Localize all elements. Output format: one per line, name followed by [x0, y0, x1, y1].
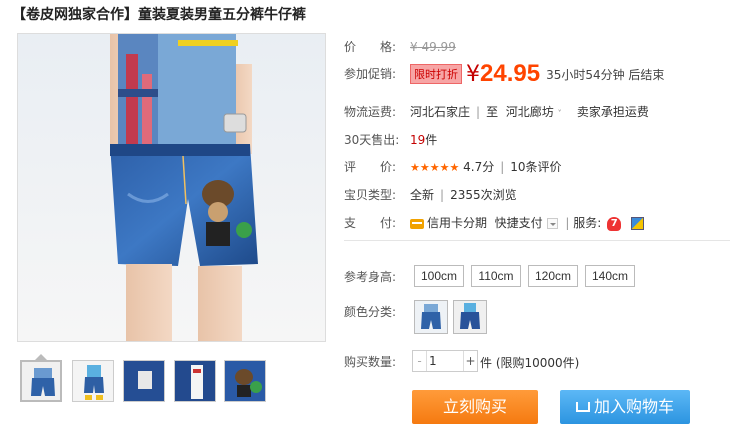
- quantity-label: 购买数量:: [344, 355, 397, 369]
- main-product-image[interactable]: [17, 33, 326, 342]
- size-option-100[interactable]: 100cm: [414, 265, 464, 287]
- product-title: 【卷皮网独家合作】童装夏装男童五分裤牛仔裤: [12, 7, 306, 23]
- quantity-label-row: 购买数量:: [344, 353, 410, 370]
- product-type-row: 宝贝类型: 全新 | 2355次浏览: [344, 186, 517, 203]
- shipping-fee: 卖家承担运费: [576, 105, 649, 119]
- service-label: 服务:: [573, 216, 602, 230]
- service-guarantee-icon[interactable]: [631, 217, 645, 230]
- promo-countdown: 35小时54分钟 后结束: [546, 67, 665, 82]
- thumbnail-4[interactable]: [174, 360, 216, 402]
- product-type-separator: |: [440, 188, 445, 202]
- product-type-label: 宝贝类型:: [344, 188, 397, 202]
- thumbnail-strip: [20, 354, 280, 406]
- buy-now-label: 立刻购买: [442, 397, 507, 416]
- promo-currency: ¥: [466, 61, 480, 87]
- cart-icon: [575, 401, 590, 412]
- color-option-1[interactable]: [414, 300, 448, 334]
- quantity-increment-button[interactable]: +: [463, 351, 477, 371]
- sales-label: 30天售出:: [344, 133, 400, 147]
- product-condition: 全新: [410, 188, 435, 202]
- payment-separator: |: [565, 216, 570, 230]
- payment-label: 支 付:: [344, 216, 397, 230]
- promo-row: 参加促销: 限时打折 ¥24.95 35小时54分钟 后结束: [344, 60, 664, 88]
- size-option-140[interactable]: 140cm: [585, 265, 635, 287]
- buy-now-button[interactable]: 立刻购买: [412, 390, 538, 424]
- color-option-2[interactable]: [453, 300, 487, 334]
- rating-label: 评 价:: [344, 160, 397, 174]
- promo-price: 24.95: [480, 60, 541, 87]
- rating-row: 评 价: ★★★★★ 4.7分 | 10条评价: [344, 158, 562, 175]
- price-label: 价 格:: [344, 40, 397, 54]
- section-divider: [344, 240, 730, 241]
- payment-row: 支 付: 信用卡分期 快捷支付 | 服务: 7: [344, 214, 645, 231]
- seven-day-return-icon[interactable]: 7: [607, 216, 622, 231]
- color-label: 颜色分类:: [344, 305, 397, 319]
- thumbnail-2[interactable]: [72, 360, 114, 402]
- thumbnail-5[interactable]: [224, 360, 266, 402]
- thumbnail-3[interactable]: [123, 360, 165, 402]
- color-label-row: 颜色分类:: [344, 303, 410, 320]
- size-option-110[interactable]: 110cm: [471, 265, 521, 287]
- size-option-120[interactable]: 120cm: [528, 265, 578, 287]
- promo-label: 参加促销:: [344, 66, 397, 81]
- shipping-destination: 河北廊坊: [505, 105, 554, 119]
- thumbnail-pointer: [35, 354, 47, 360]
- installment-option[interactable]: 信用卡分期: [427, 216, 487, 230]
- rating-separator: |: [500, 160, 505, 174]
- quantity-stepper[interactable]: - 1 +: [412, 350, 478, 372]
- price-row: 价 格: ¥ 49.99: [344, 38, 456, 55]
- original-price: ¥ 49.99: [410, 40, 456, 54]
- chevron-down-icon: ˅: [557, 109, 562, 118]
- shipping-separator: |: [476, 105, 481, 119]
- quick-pay-option[interactable]: 快捷支付: [495, 216, 543, 230]
- sales-row: 30天售出: 19件: [344, 131, 437, 148]
- size-label-row: 参考身高:: [344, 268, 410, 285]
- rating-score: 4.7分: [463, 160, 495, 174]
- payment-dropdown-icon[interactable]: [546, 218, 558, 229]
- thumbnail-1[interactable]: [20, 360, 62, 402]
- add-to-cart-button[interactable]: 加入购物车: [560, 390, 690, 424]
- shipping-to-prefix: 至: [486, 105, 499, 119]
- quantity-limit: 件 (限购10000件): [480, 356, 580, 370]
- shipping-label: 物流运费:: [344, 105, 397, 119]
- quantity-decrement-button[interactable]: -: [413, 351, 427, 371]
- add-to-cart-label: 加入购物车: [593, 397, 674, 416]
- size-label: 参考身高:: [344, 270, 397, 284]
- star-rating-icon: ★★★★★: [410, 161, 460, 174]
- shipping-row: 物流运费: 河北石家庄 | 至 河北廊坊 ˅ 卖家承担运费: [344, 103, 649, 120]
- original-currency: ¥: [410, 40, 418, 54]
- review-count-link[interactable]: 10条评价: [510, 160, 561, 174]
- credit-card-icon: [410, 218, 424, 229]
- quantity-input[interactable]: 1: [427, 351, 463, 371]
- sales-unit: 件: [425, 133, 438, 147]
- original-price-value: 49.99: [421, 40, 456, 54]
- view-count: 2355次浏览: [450, 188, 517, 202]
- sales-count: 19: [410, 133, 426, 147]
- shipping-from: 河北石家庄: [410, 105, 471, 119]
- shipping-destination-select[interactable]: 河北廊坊 ˅: [506, 105, 562, 119]
- promo-badge: 限时打折: [410, 64, 462, 84]
